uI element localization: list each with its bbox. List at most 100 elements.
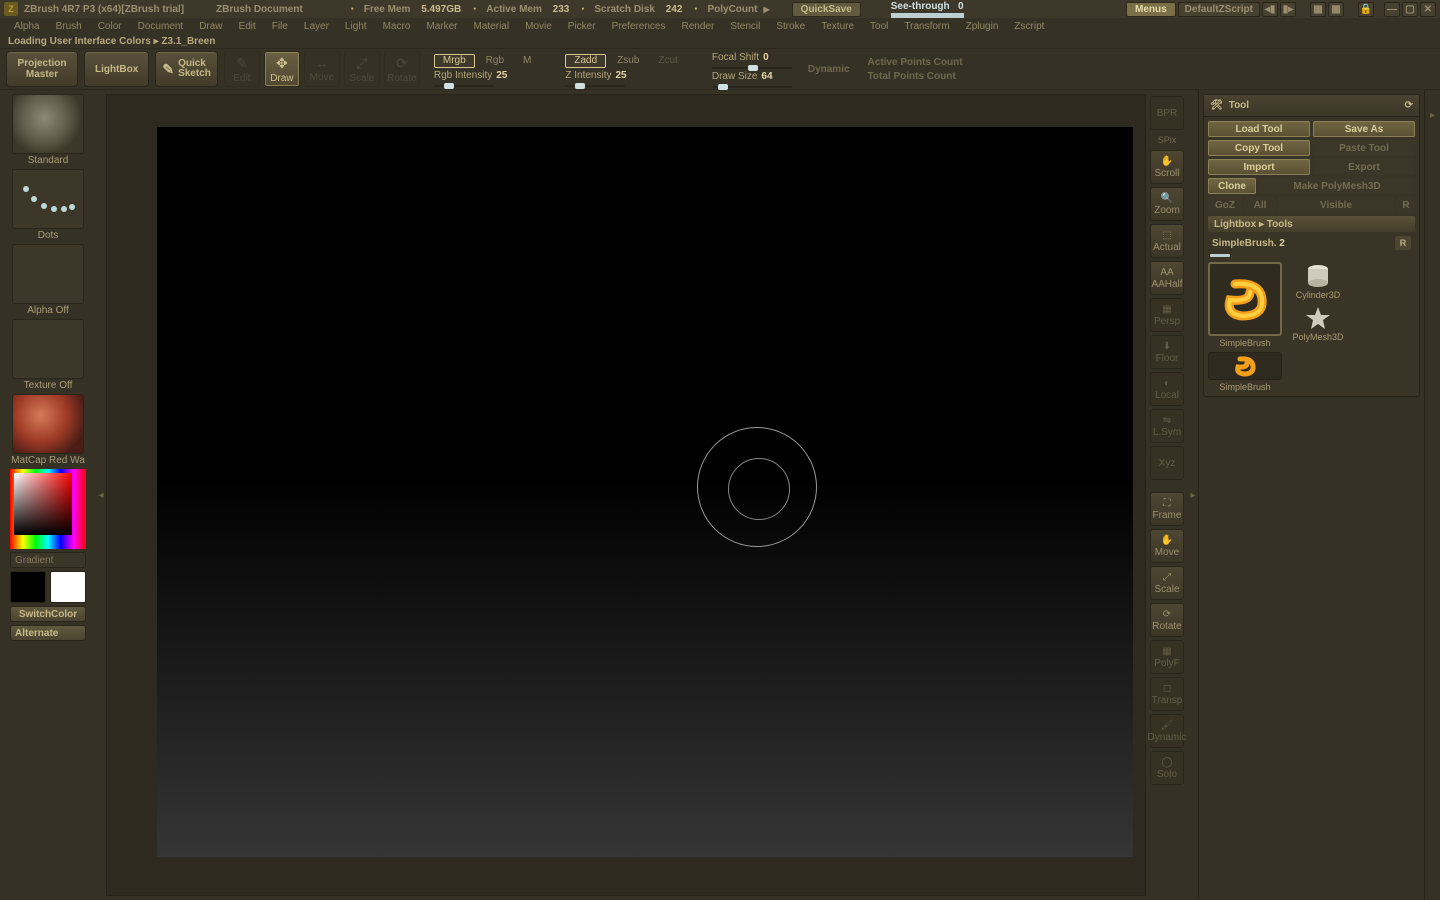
seethrough-label[interactable]: See-through 0 (891, 1, 964, 18)
scale-view-button[interactable]: ⤢Scale (1150, 566, 1184, 600)
rgb-intensity-slider[interactable] (434, 85, 494, 87)
tool-thumb-cylinder3d[interactable]: Cylinder3D (1286, 262, 1350, 300)
document-name[interactable]: ZBrush Document (216, 4, 303, 15)
move-mode-button[interactable]: ↔Move (304, 51, 340, 87)
solo-button[interactable]: ◯Solo (1150, 751, 1184, 785)
menu-preferences[interactable]: Preferences (604, 18, 674, 34)
zcut-toggle[interactable]: Zcut (650, 54, 685, 68)
lsym-button[interactable]: ⇋L.Sym (1150, 409, 1184, 443)
polycount-stat[interactable]: PolyCount▶ (688, 4, 769, 15)
brush-swatch[interactable]: Standard (10, 94, 86, 166)
menu-color[interactable]: Color (90, 18, 130, 34)
zadd-toggle[interactable]: Zadd (565, 54, 606, 68)
rotate-mode-button[interactable]: ⟳Rotate (384, 51, 420, 87)
move-view-button[interactable]: ✋Move (1150, 529, 1184, 563)
alternate-button[interactable]: Alternate (10, 625, 86, 641)
menu-draw[interactable]: Draw (191, 18, 230, 34)
projection-master-button[interactable]: Projection Master (6, 51, 78, 87)
copy-tool-button[interactable]: Copy Tool (1208, 140, 1310, 156)
zoom-button[interactable]: 🔍Zoom (1150, 187, 1184, 221)
edit-mode-button[interactable]: ✎Edit (224, 51, 260, 87)
color-wells[interactable] (10, 571, 86, 603)
menu-stroke[interactable]: Stroke (768, 18, 813, 34)
menu-marker[interactable]: Marker (418, 18, 465, 34)
menu-alpha[interactable]: Alpha (6, 18, 48, 34)
rotate-view-button[interactable]: ⟳Rotate (1150, 603, 1184, 637)
canvas[interactable] (157, 127, 1133, 857)
goz-button[interactable]: GoZ (1208, 197, 1242, 213)
r-chip[interactable]: R (1395, 236, 1411, 250)
import-button[interactable]: Import (1208, 159, 1310, 175)
scale-mode-button[interactable]: ⤢Scale (344, 51, 380, 87)
minimize-icon[interactable]: — (1384, 2, 1400, 17)
save-as-button[interactable]: Save As (1313, 121, 1415, 137)
alpha-swatch[interactable]: Alpha Off (10, 244, 86, 316)
load-tool-button[interactable]: Load Tool (1208, 121, 1310, 137)
layout-a-icon[interactable]: ▦ (1310, 2, 1326, 17)
texture-swatch[interactable]: Texture Off (10, 319, 86, 391)
gradient-button[interactable]: Gradient (10, 552, 86, 568)
menu-movie[interactable]: Movie (517, 18, 560, 34)
z-intensity-label[interactable]: Z Intensity25 (565, 70, 626, 81)
tool-thumb-simplebrush-small[interactable]: SimpleBrush (1208, 352, 1282, 392)
spix-label[interactable]: SPix (1158, 135, 1177, 145)
menu-zplugin[interactable]: Zplugin (958, 18, 1007, 34)
menu-layer[interactable]: Layer (296, 18, 337, 34)
draw-size-slider[interactable] (712, 86, 792, 88)
aahalf-button[interactable]: AAAAHalf (1150, 261, 1184, 295)
draw-mode-button[interactable]: ✥Draw (264, 51, 300, 87)
close-icon[interactable]: ✕ (1420, 2, 1436, 17)
menu-transform[interactable]: Transform (896, 18, 957, 34)
nav-prev-icon[interactable]: ◂▮ (1262, 2, 1278, 17)
right-tray-handle-icon[interactable]: ▸ (1190, 490, 1195, 501)
local-button[interactable]: ◐Local (1150, 372, 1184, 406)
goz-visible-button[interactable]: Visible (1278, 197, 1394, 213)
tool-thumb-polymesh3d[interactable]: PolyMesh3D (1286, 304, 1350, 342)
menu-light[interactable]: Light (337, 18, 375, 34)
menu-tool[interactable]: Tool (862, 18, 896, 34)
paste-tool-button[interactable]: Paste Tool (1313, 140, 1415, 156)
current-tool-name[interactable]: SimpleBrush. 2 (1212, 238, 1285, 249)
menu-zscript[interactable]: Zscript (1006, 18, 1052, 34)
menu-stencil[interactable]: Stencil (722, 18, 768, 34)
menu-brush[interactable]: Brush (48, 18, 90, 34)
draw-size-label[interactable]: Draw Size64 (712, 71, 792, 82)
stroke-swatch[interactable]: Dots (10, 169, 86, 241)
m-toggle[interactable]: M (515, 54, 539, 68)
dynamic-button[interactable]: 🖌Dynamic (1150, 714, 1184, 748)
z-intensity-slider[interactable] (565, 85, 625, 87)
scroll-button[interactable]: ✋Scroll (1150, 150, 1184, 184)
focal-shift-label[interactable]: Focal Shift0 (712, 52, 792, 63)
lock-icon[interactable]: 🔒 (1358, 2, 1374, 17)
tool-thumb-simplebrush[interactable]: SimpleBrush (1208, 262, 1282, 348)
nav-next-icon[interactable]: ▮▸ (1280, 2, 1296, 17)
menu-macro[interactable]: Macro (375, 18, 419, 34)
left-tray-handle-icon[interactable]: ◂ (98, 490, 103, 501)
lightbox-tools-crumb[interactable]: Lightbox ▸ Tools (1208, 216, 1415, 232)
menu-document[interactable]: Document (130, 18, 192, 34)
menu-file[interactable]: File (264, 18, 296, 34)
bpr-button[interactable]: BPR (1150, 96, 1184, 130)
focal-shift-slider[interactable] (712, 67, 792, 69)
mrgb-toggle[interactable]: Mrgb (434, 54, 475, 68)
menu-texture[interactable]: Texture (813, 18, 862, 34)
floor-button[interactable]: ⬇Floor (1150, 335, 1184, 369)
transp-button[interactable]: ◻Transp (1150, 677, 1184, 711)
menu-material[interactable]: Material (466, 18, 518, 34)
menu-picker[interactable]: Picker (560, 18, 604, 34)
menu-edit[interactable]: Edit (231, 18, 264, 34)
color-picker[interactable] (10, 469, 86, 549)
document-viewport[interactable] (106, 94, 1146, 896)
quick-sketch-button[interactable]: ✎ QuickSketch (155, 51, 218, 87)
quicksave-button[interactable]: QuickSave (792, 2, 861, 17)
actual-button[interactable]: ⬚Actual (1150, 224, 1184, 258)
material-swatch[interactable]: MatCap Red Wa (10, 394, 86, 466)
rgb-intensity-label[interactable]: Rgb Intensity25 (434, 70, 508, 81)
switchcolor-button[interactable]: SwitchColor (10, 606, 86, 622)
default-zscript-button[interactable]: DefaultZScript (1178, 2, 1260, 17)
menus-button[interactable]: Menus (1126, 2, 1176, 17)
xyz-button[interactable]: Xyz (1150, 446, 1184, 480)
frame-button[interactable]: ⛶Frame (1150, 492, 1184, 526)
goz-all-button[interactable]: All (1245, 197, 1275, 213)
layout-b-icon[interactable]: ▦ (1328, 2, 1344, 17)
